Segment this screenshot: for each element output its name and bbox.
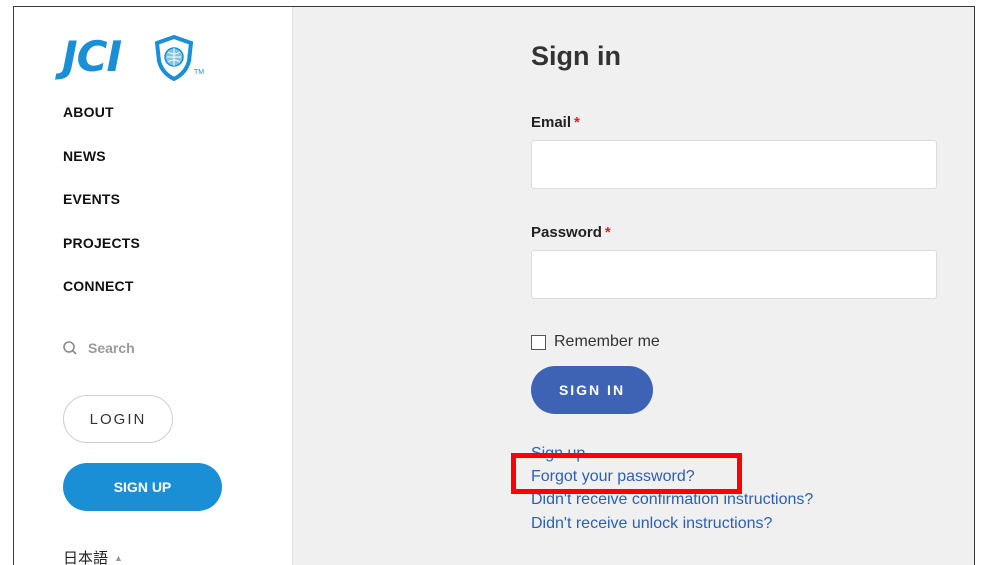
forgot-password-link[interactable]: Forgot your password? <box>531 468 695 486</box>
shield-globe-icon <box>154 35 194 81</box>
remember-me-checkbox[interactable] <box>531 334 546 350</box>
sign-up-link[interactable]: Sign up <box>531 445 585 463</box>
unlock-instructions-link[interactable]: Didn't receive unlock instructions? <box>531 515 772 533</box>
search-field[interactable]: Search <box>62 337 242 359</box>
email-label-text: Email <box>531 114 572 131</box>
required-mark: * <box>574 114 580 131</box>
confirmation-instructions-link[interactable]: Didn't receive confirmation instructions… <box>531 491 813 509</box>
caret-up-icon: ▲ <box>114 552 123 563</box>
search-label: Search <box>88 340 135 356</box>
nav-connect[interactable]: CONNECT <box>63 278 134 294</box>
nav-projects[interactable]: PROJECTS <box>63 235 140 251</box>
nav-events[interactable]: EVENTS <box>63 191 120 207</box>
search-icon <box>63 341 77 355</box>
nav-news[interactable]: NEWS <box>63 148 106 164</box>
remember-me-label: Remember me <box>554 333 660 350</box>
login-button[interactable]: LOGIN <box>63 395 173 443</box>
page-title: Sign in <box>531 41 621 71</box>
nav-about[interactable]: ABOUT <box>63 104 114 120</box>
password-label: Password * <box>531 224 611 241</box>
jci-logo[interactable]: JCI TM <box>62 33 212 83</box>
email-input[interactable] <box>531 140 937 189</box>
required-mark: * <box>604 224 611 241</box>
signup-button[interactable]: SIGN UP <box>63 463 222 511</box>
remember-me[interactable]: Remember me <box>531 333 660 351</box>
password-input[interactable] <box>531 250 937 299</box>
main-content: Sign in Email * Password * Remember me SIG… <box>293 7 974 565</box>
language-selector[interactable]: 日本語 ▲ <box>63 547 123 565</box>
password-label-text: Password <box>531 224 602 241</box>
sidebar: JCI TM ABOUT NEWS EVENTS PROJECTS CONNEC… <box>14 7 293 565</box>
sign-in-button[interactable]: SIGN IN <box>531 366 653 414</box>
logo-text: JCI <box>62 32 122 81</box>
trademark-mark: TM <box>194 69 205 76</box>
email-label: Email * <box>531 114 580 131</box>
language-label: 日本語 <box>63 550 109 565</box>
browser-page: JCI TM ABOUT NEWS EVENTS PROJECTS CONNEC… <box>13 6 975 565</box>
